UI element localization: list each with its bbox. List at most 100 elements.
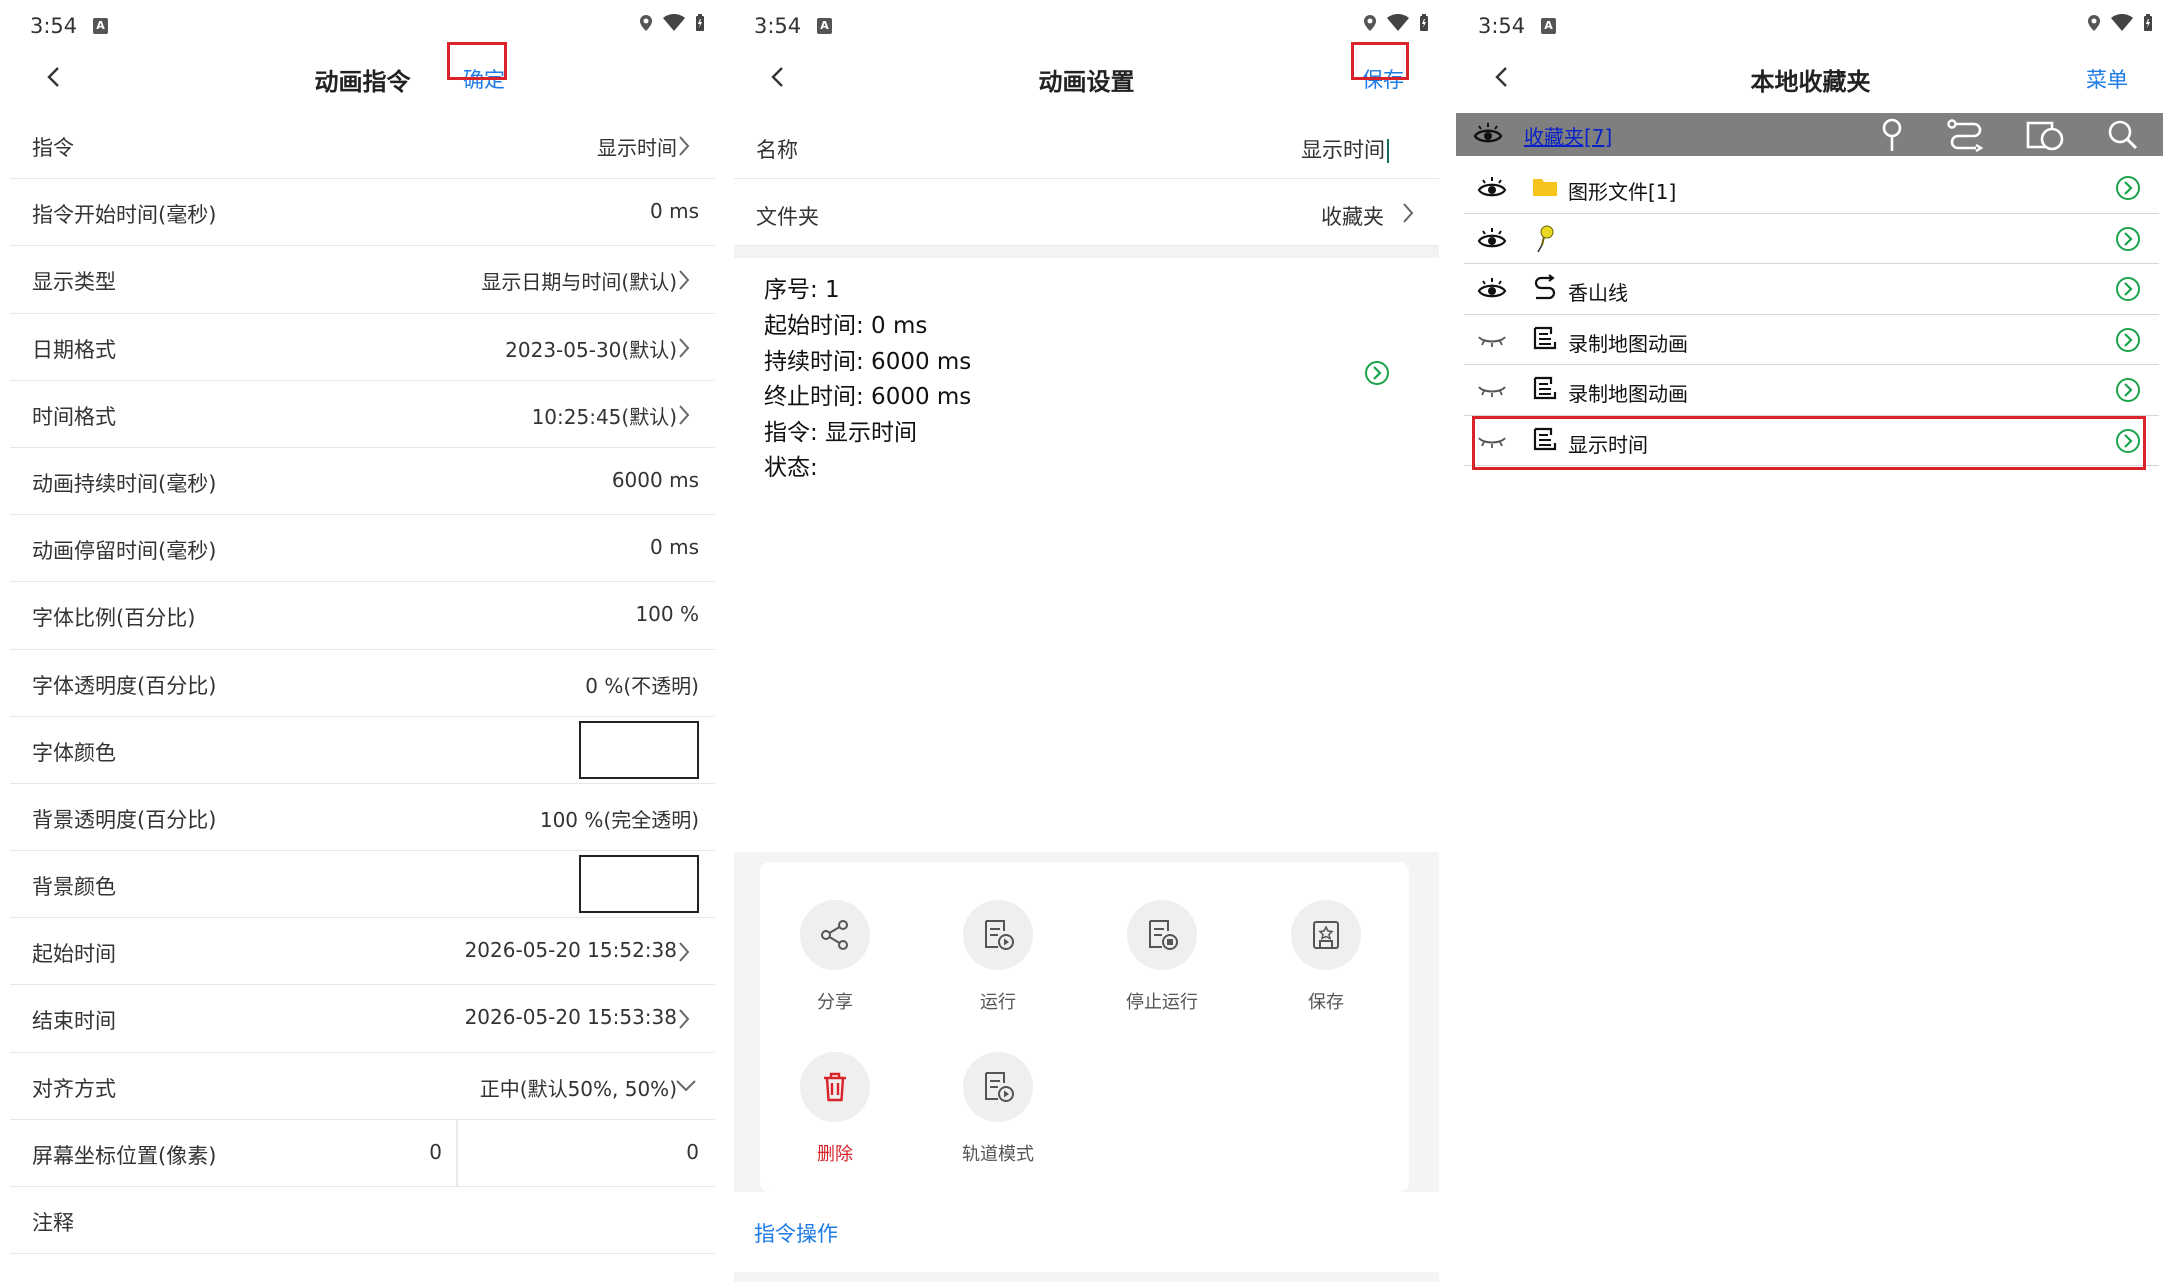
chevron-right-icon — [679, 136, 690, 156]
save-op-button[interactable]: 保存 — [1271, 900, 1381, 1014]
trash-icon — [824, 1072, 846, 1102]
divider — [456, 1119, 458, 1186]
go-arrow-icon[interactable] — [2115, 276, 2141, 302]
wifi-icon — [2111, 14, 2133, 31]
row-command-start-time[interactable]: 指令开始时间(毫秒) 0 ms — [10, 179, 715, 247]
row-font-opacity[interactable]: 字体透明度(百分比) 0 %(不透明) — [10, 650, 715, 717]
eye-closed-icon[interactable] — [1476, 377, 1508, 403]
share-button[interactable]: 分享 — [780, 900, 890, 1014]
status-time: 3:54 — [1478, 14, 1526, 38]
shape-icon[interactable] — [2024, 117, 2066, 153]
list-item[interactable]: 图形文件[1] — [1464, 163, 2159, 214]
chevron-right-icon — [1403, 203, 1414, 223]
row-note[interactable]: 注释 — [10, 1187, 715, 1255]
position-x-input[interactable]: 0 — [10, 1140, 456, 1164]
go-arrow-icon[interactable] — [2115, 226, 2141, 252]
row-font-color[interactable]: 字体颜色 — [10, 717, 715, 784]
info-state: 状态: — [764, 455, 818, 481]
row-animation-pause[interactable]: 动画停留时间(毫秒) 0 ms — [10, 515, 715, 583]
row-label: 时间格式 — [32, 404, 116, 429]
animation-settings-panel: 3:54 A 动画设置 保存 名称 显示时间 文件夹 收藏夹 序号: 1 起始时… — [724, 0, 1449, 1282]
row-label: 背景颜色 — [32, 875, 116, 900]
text-cursor — [1387, 139, 1389, 163]
wifi-icon — [663, 14, 685, 31]
folder-link[interactable]: 收藏夹[7] — [1524, 121, 1612, 150]
position-y-input[interactable]: 0 — [686, 1140, 699, 1164]
row-value: 0 ms — [650, 535, 699, 560]
save-icon — [1313, 921, 1339, 949]
list-item[interactable] — [1464, 214, 2159, 264]
row-label: 指令开始时间(毫秒) — [32, 203, 217, 228]
row-value: 100 %(完全透明) — [539, 807, 699, 832]
row-value: 显示时间 — [597, 136, 677, 160]
go-arrow-icon[interactable] — [2115, 377, 2141, 403]
map-pin-icon[interactable] — [1876, 117, 1908, 153]
highlight-box — [1472, 416, 2146, 470]
row-alignment[interactable]: 对齐方式 正中(默认50%, 50%) — [10, 1053, 715, 1120]
go-arrow-icon[interactable] — [2115, 327, 2141, 353]
eye-open-icon[interactable] — [1476, 276, 1508, 302]
local-favorites-panel: 3:54 A 本地收藏夹 菜单 收藏夹[7] 图形文件[1] 香山线 录制地图动… — [1448, 0, 2170, 1282]
row-display-type[interactable]: 显示类型 显示日期与时间(默认) — [10, 246, 715, 314]
run-button[interactable]: 运行 — [943, 900, 1053, 1014]
animation-file-icon — [1533, 326, 1557, 349]
row-bg-opacity[interactable]: 背景透明度(百分比) 100 %(完全透明) — [10, 784, 715, 852]
list-item[interactable]: 录制地图动画 — [1464, 315, 2159, 365]
row-end-time[interactable]: 结束时间 2026-05-20 15:53:38 — [10, 985, 715, 1053]
row-time-format[interactable]: 时间格式 10:25:45(默认) — [10, 381, 715, 448]
row-screen-position[interactable]: 屏幕坐标位置(像素) 0 0 — [10, 1119, 715, 1187]
highlight-box — [447, 42, 507, 80]
row-date-format[interactable]: 日期格式 2023-05-30(默认) — [10, 314, 715, 381]
row-label: 字体颜色 — [32, 740, 116, 765]
share-icon — [821, 920, 848, 950]
status-icons — [2087, 14, 2153, 32]
list-item[interactable]: 香山线 — [1464, 264, 2159, 315]
location-icon — [640, 15, 652, 31]
bg-color-swatch[interactable] — [579, 855, 699, 914]
pushpin-icon — [1537, 225, 1554, 252]
sim-badge-icon: A — [817, 18, 832, 34]
route-icon[interactable] — [1946, 117, 1986, 153]
row-animation-duration[interactable]: 动画持续时间(毫秒) 6000 ms — [10, 448, 715, 516]
row-folder[interactable]: 文件夹 收藏夹 — [734, 179, 1439, 246]
stop-run-button[interactable]: 停止运行 — [1107, 900, 1217, 1014]
menu-button[interactable]: 菜单 — [2086, 64, 2128, 94]
share-label: 分享 — [817, 992, 853, 1013]
track-mode-button[interactable]: 轨道模式 — [943, 1052, 1053, 1166]
go-arrow-icon[interactable] — [2115, 175, 2141, 201]
status-time: 3:54 — [754, 14, 802, 38]
stop-run-label: 停止运行 — [1126, 992, 1198, 1013]
operations-footer: 指令操作 — [724, 1192, 1449, 1272]
row-font-scale[interactable]: 字体比例(百分比) 100 % — [10, 582, 715, 650]
stop-run-icon — [1149, 920, 1178, 950]
status-icons — [1363, 14, 1429, 32]
command-operations-tab[interactable]: 指令操作 — [754, 1218, 838, 1248]
item-name: 录制地图动画 — [1568, 331, 1688, 356]
name-input[interactable]: 显示时间 — [1301, 134, 1389, 164]
eye-open-icon[interactable] — [1476, 226, 1508, 252]
eye-closed-icon[interactable] — [1476, 327, 1508, 353]
location-icon — [1364, 15, 1376, 31]
run-label: 运行 — [980, 992, 1016, 1013]
row-bg-color[interactable]: 背景颜色 — [10, 851, 715, 919]
search-icon[interactable] — [2106, 117, 2140, 153]
row-name[interactable]: 名称 显示时间 — [734, 112, 1439, 179]
animation-command-panel: 3:54 A 动画指令 确定 指令 显示时间 指令开始时间(毫秒) 0 ms 显… — [0, 0, 725, 1282]
command-settings-list: 指令 显示时间 指令开始时间(毫秒) 0 ms 显示类型 显示日期与时间(默认)… — [10, 112, 715, 1255]
go-arrow-icon[interactable] — [1364, 360, 1390, 386]
eye-open-icon[interactable] — [1476, 175, 1508, 201]
chevron-down-icon — [676, 1079, 696, 1092]
row-start-time[interactable]: 起始时间 2026-05-20 15:52:38 — [10, 918, 715, 986]
row-label: 字体透明度(百分比) — [32, 673, 217, 698]
row-command[interactable]: 指令 显示时间 — [10, 112, 715, 180]
eye-open-icon[interactable] — [1472, 120, 1504, 148]
delete-button[interactable]: 删除 — [780, 1052, 890, 1166]
info-duration: 持续时间: 6000 ms — [764, 349, 972, 375]
sim-badge-icon: A — [1541, 18, 1556, 34]
list-item[interactable]: 录制地图动画 — [1464, 365, 2159, 416]
page-title: 动画设置 — [1038, 68, 1135, 96]
font-color-swatch[interactable] — [579, 720, 699, 779]
item-name: 图形文件[1] — [1568, 180, 1677, 204]
row-label: 结束时间 — [32, 1009, 116, 1034]
row-label: 动画停留时间(毫秒) — [32, 539, 217, 564]
